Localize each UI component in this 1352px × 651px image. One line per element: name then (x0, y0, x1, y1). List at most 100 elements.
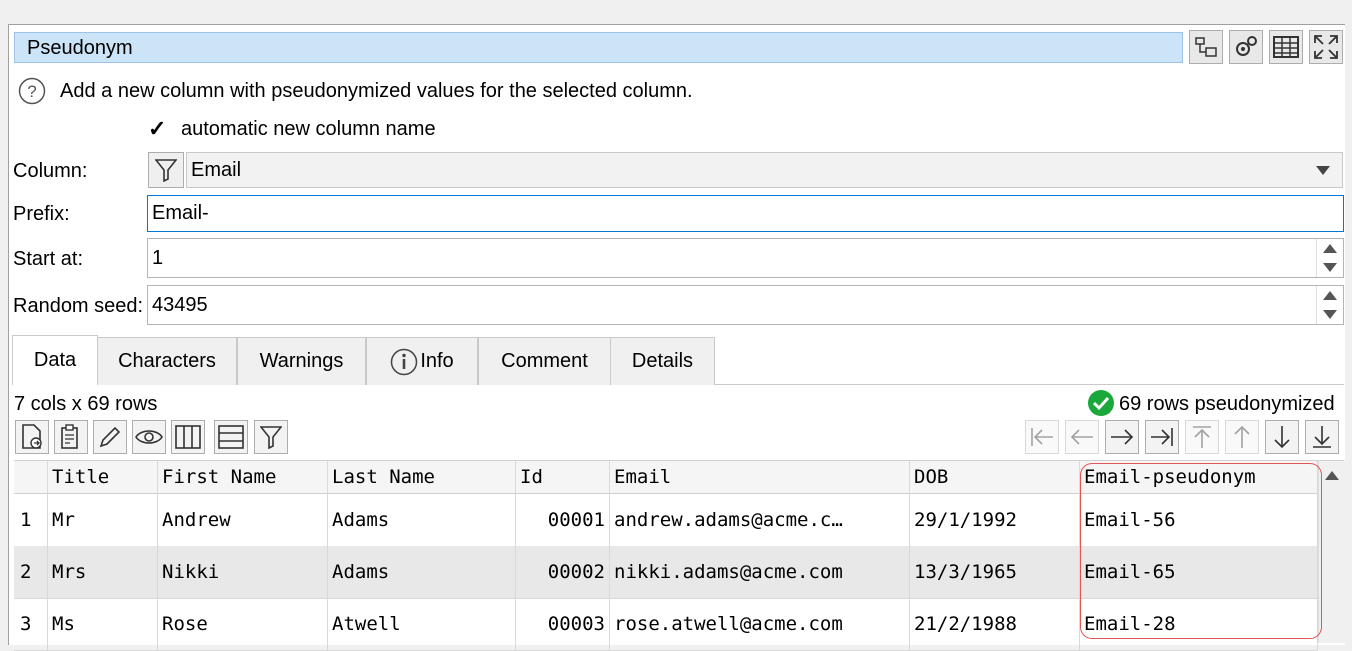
column-header[interactable]: Title (48, 461, 158, 494)
columns-button[interactable] (171, 420, 205, 454)
column-filter-button[interactable] (148, 152, 184, 188)
tab-details[interactable]: Details (610, 337, 715, 385)
rows-button[interactable] (214, 420, 248, 454)
tab-data[interactable]: Data (12, 335, 98, 385)
next-column-button[interactable] (1105, 420, 1139, 454)
decrement-icon[interactable] (1323, 310, 1337, 319)
start-at-value: 1 (152, 246, 164, 269)
table-icon (1273, 36, 1299, 58)
maximize-button[interactable] (1309, 30, 1343, 64)
view-button[interactable] (132, 420, 166, 454)
table-cell[interactable]: Email-56 (1080, 494, 1318, 546)
table-cell[interactable]: 29/1/1992 (910, 494, 1080, 546)
random-seed-value: 43495 (152, 293, 208, 316)
vertical-scrollbar[interactable] (1318, 461, 1345, 643)
table-cell[interactable]: 13/3/1965 (910, 546, 1080, 598)
edit-button[interactable] (93, 420, 127, 454)
column-header[interactable]: Email (610, 461, 910, 494)
description-text: Add a new column with pseudonymized valu… (60, 80, 693, 102)
flow-view-button[interactable] (1189, 30, 1223, 64)
column-select[interactable]: Email (186, 152, 1343, 188)
column-header[interactable]: Email-pseudonym (1080, 461, 1318, 494)
tab-warnings[interactable]: Warnings (237, 337, 366, 385)
prefix-input[interactable]: Email- (147, 195, 1344, 232)
table-cell[interactable]: 00001 (516, 494, 610, 546)
dimensions-label: 7 cols x 69 rows (14, 393, 158, 415)
table-cell[interactable]: 00002 (516, 546, 610, 598)
decrement-icon[interactable] (1323, 263, 1337, 272)
random-seed-spinner[interactable]: 43495 (147, 285, 1344, 325)
column-header[interactable]: Id (516, 461, 610, 494)
tab-comment[interactable]: Comment (478, 337, 611, 385)
top-icon (1193, 426, 1211, 448)
tab-info-label: Info (420, 350, 454, 372)
previous-column-button[interactable] (1065, 420, 1099, 454)
table-cell[interactable]: Adams (328, 494, 516, 546)
increment-icon[interactable] (1323, 244, 1337, 253)
column-header[interactable]: Last Name (328, 461, 516, 494)
previous-row-button[interactable] (1225, 420, 1259, 454)
start-at-stepper[interactable] (1316, 239, 1343, 277)
last-column-button[interactable] (1145, 420, 1179, 454)
row-number: 3 (14, 598, 48, 650)
table-cell[interactable]: nikki.adams@acme.com (610, 546, 910, 598)
table-row[interactable]: 2 Mrs Nikki Adams 00002 nikki.adams@acme… (14, 546, 1318, 599)
table-row[interactable]: 1 Mr Andrew Adams 00001 andrew.adams@acm… (14, 494, 1318, 547)
table-cell[interactable]: Rose (158, 598, 328, 650)
rows-icon (218, 425, 244, 449)
svg-text:?: ? (27, 82, 36, 101)
column-header[interactable]: First Name (158, 461, 328, 494)
first-column-button[interactable] (1025, 420, 1059, 454)
scroll-up-icon[interactable] (1325, 471, 1339, 480)
filter-icon (260, 426, 282, 449)
table-cell[interactable]: Atwell (328, 598, 516, 650)
arrow-left-icon (1070, 429, 1093, 445)
success-icon (1087, 389, 1115, 417)
filter-icon (155, 159, 177, 182)
table-cell[interactable]: Email-28 (1080, 598, 1318, 650)
info-icon (391, 348, 418, 375)
gears-icon (1236, 36, 1257, 56)
increment-icon[interactable] (1323, 291, 1337, 300)
table-cell[interactable]: Ms (48, 598, 158, 650)
table-cell[interactable]: Email-65 (1080, 546, 1318, 598)
export-button[interactable] (15, 420, 49, 454)
first-row-button[interactable] (1185, 420, 1219, 454)
row-number: 1 (14, 494, 48, 546)
table-view-button[interactable] (1269, 30, 1303, 64)
help-icon[interactable]: ? (18, 77, 46, 105)
table-cell[interactable]: Mrs (48, 546, 158, 598)
filter-rows-button[interactable] (254, 420, 288, 454)
next-row-button[interactable] (1265, 420, 1299, 454)
table-cell[interactable]: rose.atwell@acme.com (610, 598, 910, 650)
start-at-spinner[interactable]: 1 (147, 238, 1344, 278)
data-grid: Title First Name Last Name Id Email DOB … (14, 460, 1345, 651)
auto-name-label: automatic new column name (181, 118, 436, 140)
table-cell[interactable]: 00003 (516, 598, 610, 650)
column-header[interactable]: DOB (910, 461, 1080, 494)
export-file-icon (22, 424, 42, 449)
pencil-icon (99, 426, 121, 448)
tab-info[interactable]: Info (366, 337, 478, 385)
table-cell[interactable]: 21/2/1988 (910, 598, 1080, 650)
settings-button[interactable] (1229, 30, 1263, 64)
bottom-icon (1313, 426, 1331, 448)
table-cell[interactable]: Andrew (158, 494, 328, 546)
transform-title: Pseudonym (14, 32, 1183, 63)
chevron-down-icon (1316, 166, 1330, 175)
last-row-button[interactable] (1305, 420, 1339, 454)
expand-icon (1314, 35, 1338, 59)
row-number: 2 (14, 546, 48, 598)
table-cell[interactable]: Adams (328, 546, 516, 598)
table-cell[interactable]: Nikki (158, 546, 328, 598)
tab-characters[interactable]: Characters (97, 337, 237, 385)
random-seed-stepper[interactable] (1316, 286, 1343, 324)
table-cell[interactable]: Mr (48, 494, 158, 546)
table-cell[interactable]: andrew.adams@acme.c… (610, 494, 910, 546)
random-seed-label: Random seed: (13, 295, 144, 317)
auto-name-checkbox[interactable]: ✓ (148, 117, 172, 141)
table-row[interactable]: 3 Ms Rose Atwell 00003 rose.atwell@acme.… (14, 598, 1318, 651)
copy-button[interactable] (54, 420, 88, 454)
arrow-down-icon (1274, 426, 1290, 449)
arrow-right-icon (1111, 429, 1134, 445)
